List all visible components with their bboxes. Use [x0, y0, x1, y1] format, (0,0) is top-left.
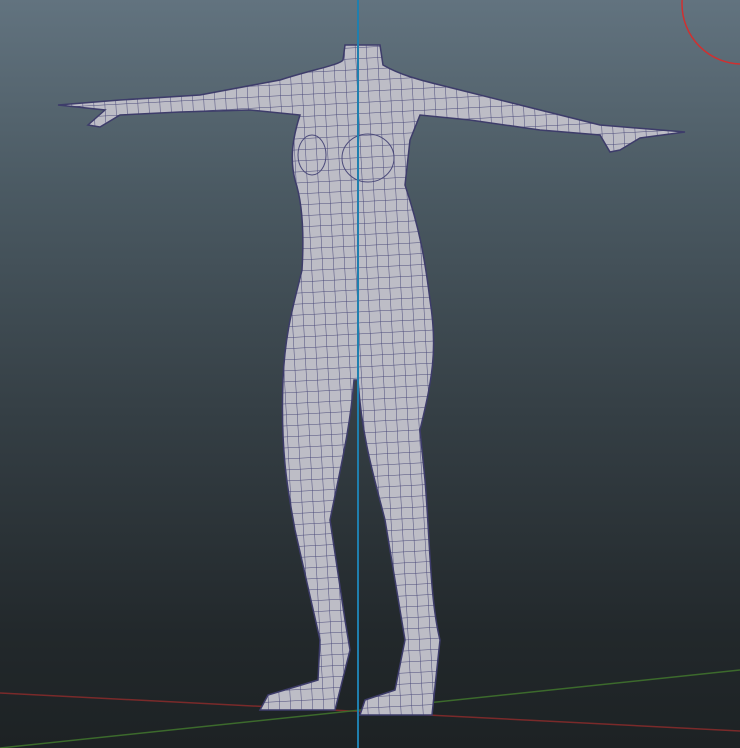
character-mesh-wireframe[interactable] [57, 44, 686, 716]
3d-viewport[interactable] [0, 0, 740, 748]
viewport-scene [0, 0, 740, 748]
rotate-manipulator-ring[interactable] [681, 0, 740, 65]
